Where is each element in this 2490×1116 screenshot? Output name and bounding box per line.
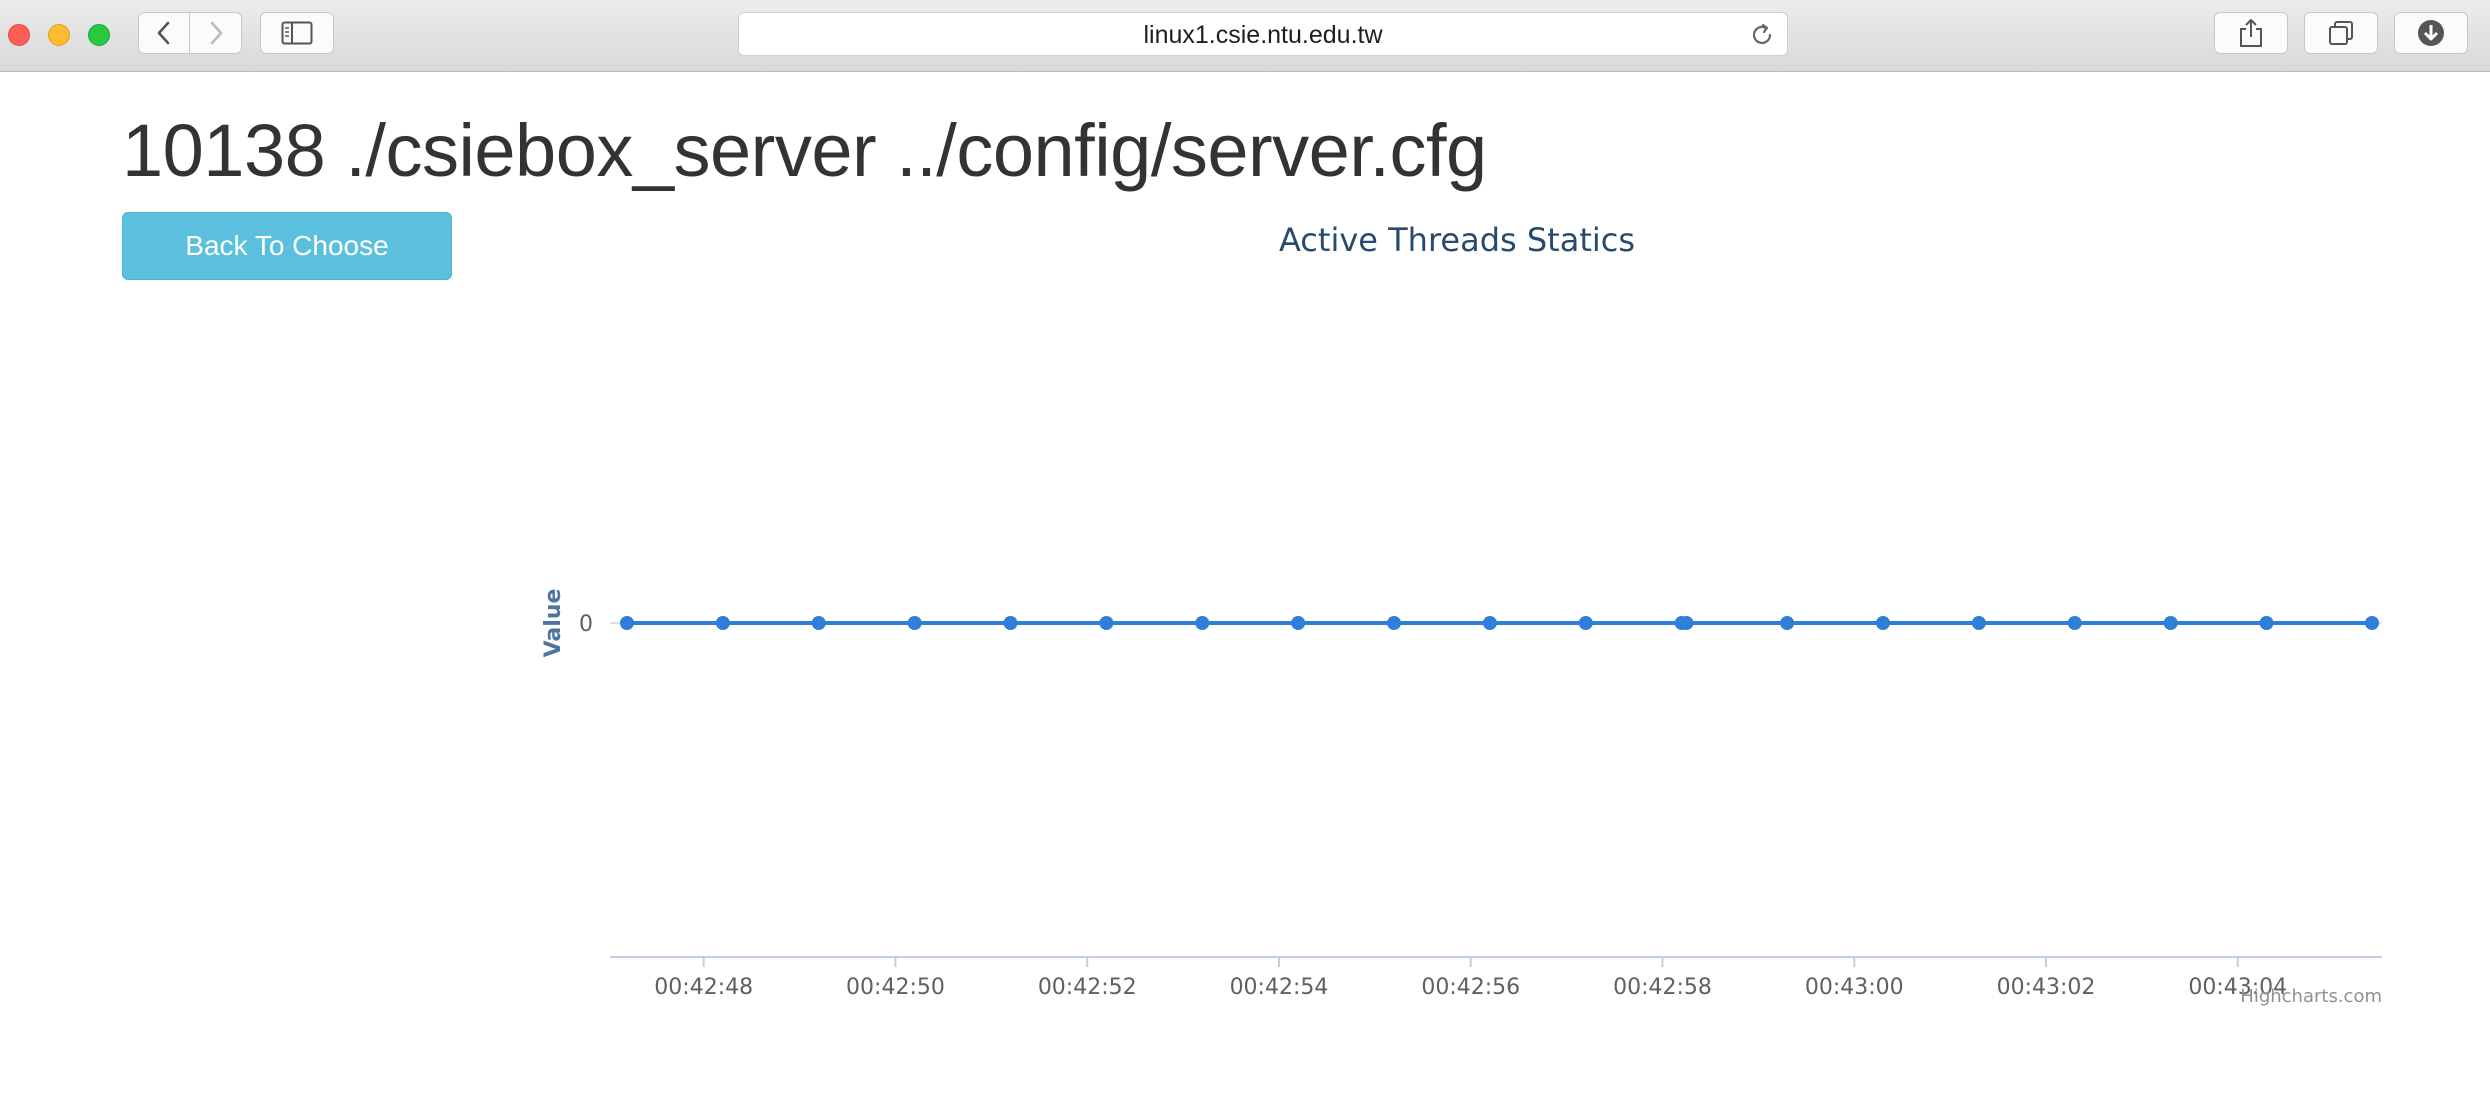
url-text[interactable]: linux1.csie.ntu.edu.tw (739, 13, 1787, 57)
x-tick-label: 00:43:00 (1805, 975, 1904, 1000)
data-point[interactable] (2259, 616, 2274, 630)
share-icon (2240, 19, 2262, 47)
active-threads-chart: Active Threads Statics Value 0 00:42:48 0… (500, 210, 2400, 1030)
data-point[interactable] (907, 616, 922, 630)
highcharts-credits[interactable]: Highcharts.com (2240, 986, 2382, 1007)
chart-title: Active Threads Statics (1279, 221, 1635, 259)
data-point[interactable] (1482, 616, 1497, 630)
data-point[interactable] (1291, 616, 1306, 630)
x-tick-label: 00:42:50 (846, 975, 945, 1000)
page-title: 10138 ./csiebox_server ../config/server.… (122, 109, 1487, 192)
reload-icon[interactable] (1749, 22, 1775, 48)
sidebar-button[interactable] (260, 12, 334, 54)
address-bar[interactable]: linux1.csie.ntu.edu.tw (738, 12, 1788, 56)
data-point[interactable] (1780, 616, 1795, 630)
chevron-right-icon (210, 21, 222, 45)
data-point[interactable] (1099, 616, 1114, 630)
data-point[interactable] (1971, 616, 1986, 630)
y-axis-title: Value (541, 589, 566, 658)
data-point[interactable] (1679, 616, 1694, 630)
show-tabs-button[interactable] (2304, 12, 2378, 54)
x-tick-label: 00:42:58 (1613, 975, 1712, 1000)
forward-button[interactable] (190, 12, 242, 54)
close-window-button[interactable] (8, 24, 30, 46)
x-tick-label: 00:42:56 (1421, 975, 1520, 1000)
data-point[interactable] (1578, 616, 1593, 630)
tabs-icon (2329, 21, 2353, 45)
sidebar-icon (281, 21, 313, 45)
data-point[interactable] (1387, 616, 1402, 630)
chart-svg: Active Threads Statics Value 0 00:42:48 0… (541, 221, 2382, 1007)
data-point[interactable] (2365, 616, 2379, 630)
minimize-window-button[interactable] (48, 24, 70, 46)
downloads-button[interactable] (2394, 12, 2468, 54)
data-point[interactable] (1195, 616, 1210, 630)
x-tick-label: 00:42:48 (654, 975, 753, 1000)
data-point[interactable] (1876, 616, 1891, 630)
share-button[interactable] (2214, 12, 2288, 54)
data-point[interactable] (620, 616, 634, 630)
browser-toolbar: linux1.csie.ntu.edu.tw (0, 0, 2490, 72)
x-tick-label: 00:43:02 (1997, 975, 2096, 1000)
data-point[interactable] (811, 616, 826, 630)
back-to-choose-button[interactable]: Back To Choose (122, 212, 452, 280)
y-tick-label: 0 (579, 612, 593, 637)
data-point[interactable] (2067, 616, 2082, 630)
x-tick-label: 00:42:54 (1230, 975, 1329, 1000)
back-button[interactable] (138, 12, 190, 54)
chevron-left-icon (157, 21, 170, 45)
data-point[interactable] (1003, 616, 1018, 630)
x-axis-ticks: 00:42:48 00:42:50 00:42:52 00:42:54 00:42:56… (654, 957, 2287, 1000)
download-icon (2418, 20, 2444, 46)
data-point[interactable] (2163, 616, 2178, 630)
zoom-window-button[interactable] (88, 24, 110, 46)
series-active-threads (620, 616, 2379, 630)
x-tick-label: 00:42:52 (1038, 975, 1137, 1000)
data-point[interactable] (715, 616, 730, 630)
